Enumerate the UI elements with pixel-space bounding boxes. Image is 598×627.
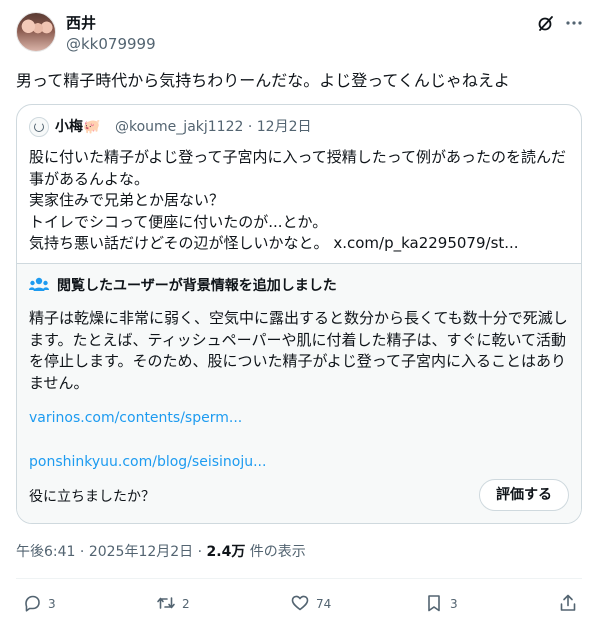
rate-button[interactable]: 評価する bbox=[479, 479, 569, 511]
community-note: 閲覧したユーザーが背景情報を追加しました 精子は乾燥に非常に弱く、空気中に露出す… bbox=[17, 263, 581, 523]
author-avatar[interactable] bbox=[16, 12, 56, 52]
share-button[interactable] bbox=[558, 594, 578, 614]
quoted-text: 股に付いた精子がよじ登って子宮内に入って授精したって例があったのを読んだ事がある… bbox=[29, 147, 569, 255]
like-count: 74 bbox=[316, 597, 332, 611]
quoted-meta: @koume_jakj1122 · 12月2日 bbox=[115, 119, 312, 135]
grok-icon[interactable] bbox=[536, 13, 556, 33]
bookmark-icon bbox=[424, 593, 444, 616]
community-notes-icon bbox=[29, 276, 49, 294]
author-handle[interactable]: @kk079999 bbox=[66, 34, 156, 54]
reply-count: 3 bbox=[48, 597, 56, 611]
heart-icon bbox=[290, 593, 310, 616]
tweet-date[interactable]: 2025年12月2日 bbox=[89, 544, 193, 560]
tweet-text: 男って精子時代から気持ちわりーんだな。よじ登ってくんじゃねえよ bbox=[16, 71, 510, 90]
community-note-link-2[interactable]: ponshinkyuu.com/blog/seisinoju... bbox=[29, 452, 266, 472]
more-icon[interactable] bbox=[564, 13, 584, 33]
bookmark-button[interactable]: 3 bbox=[424, 594, 458, 614]
quoted-tweet[interactable]: 小梅🐖 @koume_jakj1122 · 12月2日 股に付いた精子がよじ登っ… bbox=[16, 104, 582, 524]
reply-button[interactable]: 3 bbox=[22, 594, 56, 614]
tweet-time[interactable]: 午後6:41 bbox=[16, 544, 75, 560]
helpful-question: 役に立ちましたか？ bbox=[29, 489, 155, 505]
community-note-title: 閲覧したユーザーが背景情報を追加しました bbox=[57, 278, 337, 294]
divider bbox=[16, 578, 582, 579]
views-label: 件の表示 bbox=[249, 544, 306, 560]
tweet-timestamp: 午後6:41 · 2025年12月2日 · 2.4万 件の表示 bbox=[16, 544, 306, 560]
quoted-avatar bbox=[29, 117, 49, 137]
quoted-date: 12月2日 bbox=[256, 119, 312, 135]
repost-button[interactable]: 2 bbox=[156, 594, 190, 614]
community-note-link-1[interactable]: varinos.com/contents/sperm... bbox=[29, 408, 242, 428]
share-icon bbox=[558, 593, 578, 616]
quoted-handle: @koume_jakj1122 bbox=[115, 119, 244, 135]
quoted-link[interactable]: x.com/p_ka2295079/st... bbox=[333, 234, 518, 252]
repost-icon bbox=[156, 593, 176, 616]
repost-count: 2 bbox=[182, 597, 190, 611]
bookmark-count: 3 bbox=[450, 597, 458, 611]
author-display-name[interactable]: 西井 bbox=[66, 13, 96, 33]
quoted-display-name: 小梅🐖 bbox=[55, 119, 101, 135]
reply-icon bbox=[22, 593, 42, 616]
views-count: 2.4万 bbox=[206, 544, 246, 560]
like-button[interactable]: 74 bbox=[290, 594, 331, 614]
community-note-body: 精子は乾燥に非常に弱く、空気中に露出すると数分から長くても数十分で死滅します。た… bbox=[29, 309, 568, 392]
